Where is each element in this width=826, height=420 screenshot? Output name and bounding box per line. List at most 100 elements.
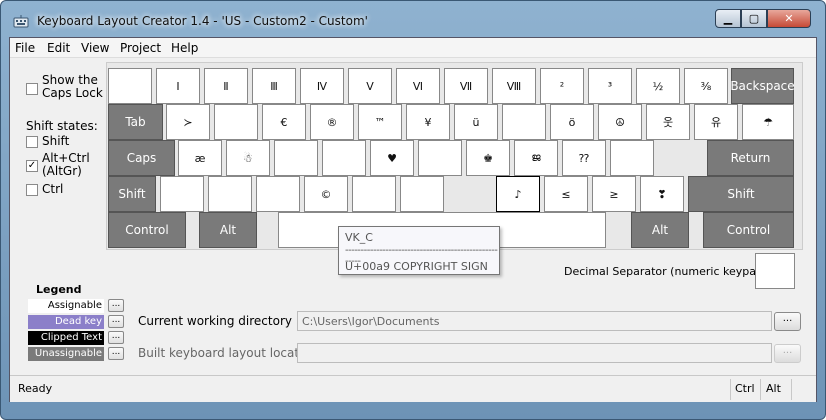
menu-edit[interactable]: Edit	[47, 41, 70, 55]
build-location-browse-button[interactable]: ...	[774, 344, 801, 363]
key[interactable]	[400, 176, 444, 212]
key[interactable]	[256, 176, 300, 212]
build-location-label: Built keyboard layout location	[138, 346, 318, 360]
status-ctrl: Ctrl	[735, 382, 755, 395]
ctrl-checkbox[interactable]	[26, 184, 38, 196]
key[interactable]: ü	[454, 104, 498, 140]
key[interactable]: ³	[588, 68, 632, 104]
right-alt-key[interactable]: Alt	[631, 212, 689, 248]
key[interactable]: €	[262, 104, 306, 140]
key[interactable]: ⅜	[684, 68, 728, 104]
menu-file[interactable]: File	[15, 41, 35, 55]
cwd-field[interactable]: C:\Users\Igor\Documents	[297, 311, 772, 331]
right-shift-key[interactable]: Shift	[688, 176, 794, 212]
minimize-button[interactable]: ▁	[715, 9, 741, 28]
key[interactable]: ♥	[370, 140, 414, 176]
legend-assignable-button[interactable]: ...	[108, 299, 124, 312]
key[interactable]: ☮	[598, 104, 642, 140]
key[interactable]	[160, 176, 204, 212]
maximize-button[interactable]: ▢	[741, 9, 767, 28]
key[interactable]: ≻	[166, 104, 210, 140]
key[interactable]	[610, 140, 654, 176]
key-tooltip: VK_C -----------------------------------…	[338, 226, 500, 275]
key[interactable]: Ⅰ	[156, 68, 200, 104]
key[interactable]	[418, 140, 462, 176]
right-control-key[interactable]: Control	[703, 212, 794, 248]
legend-unassignable-button[interactable]: ...	[108, 347, 124, 360]
left-control-key[interactable]: Control	[108, 212, 186, 248]
status-text: Ready	[18, 382, 53, 395]
key[interactable]: ²	[540, 68, 584, 104]
key[interactable]: ≤	[544, 176, 588, 212]
key[interactable]	[274, 140, 318, 176]
key[interactable]	[352, 176, 396, 212]
key[interactable]	[214, 104, 258, 140]
key[interactable]: 유	[694, 104, 738, 140]
key[interactable]: ജ	[514, 140, 558, 176]
key[interactable]: Ⅶ	[444, 68, 488, 104]
legend-unassignable: Unassignable	[28, 347, 104, 361]
show-caps-label: Show the Caps Lock	[42, 73, 103, 100]
key[interactable]	[502, 104, 546, 140]
legend-assignable: Assignable	[28, 299, 104, 313]
cwd-browse-button[interactable]: ...	[774, 312, 801, 331]
key[interactable]: ≥	[592, 176, 636, 212]
key[interactable]: ☃	[226, 140, 270, 176]
key[interactable]: Ⅷ	[492, 68, 536, 104]
title-bar[interactable]: Keyboard Layout Creator 1.4 - 'US - Cust…	[1, 1, 825, 37]
key[interactable]: ©	[304, 176, 348, 212]
key[interactable]: ö	[550, 104, 594, 140]
cwd-label: Current working directory	[138, 314, 292, 328]
key[interactable]: ®	[310, 104, 354, 140]
key[interactable]: ♚	[466, 140, 510, 176]
legend-dead-key-button[interactable]: ...	[108, 315, 124, 328]
tab-key[interactable]: Tab	[108, 104, 163, 140]
build-location-field[interactable]	[297, 343, 772, 363]
key[interactable]	[108, 68, 152, 104]
show-caps-checkbox[interactable]	[26, 83, 38, 95]
shift-checkbox[interactable]	[26, 136, 38, 148]
key[interactable]: ½	[636, 68, 680, 104]
key[interactable]: Ⅴ	[348, 68, 392, 104]
key[interactable]: ♪	[496, 176, 540, 212]
maximize-icon: ▢	[748, 12, 760, 25]
menu-bar: File Edit View Project Help	[10, 38, 816, 58]
legend-title: Legend	[36, 283, 82, 296]
close-button[interactable]: ✕	[767, 9, 811, 28]
key[interactable]: Ⅲ	[252, 68, 296, 104]
ctrl-label: Ctrl	[42, 182, 64, 196]
altctrl-checkbox[interactable]: ✓	[26, 160, 38, 172]
key[interactable]	[322, 140, 366, 176]
key[interactable]: Ⅱ	[204, 68, 248, 104]
altctrl-label: Alt+Ctrl (AltGr)	[42, 151, 90, 178]
key[interactable]: ❣	[640, 176, 684, 212]
key[interactable]: ☂	[742, 104, 794, 140]
tooltip-vk: VK_C	[345, 231, 373, 244]
tooltip-codepoint: U+00a9 COPYRIGHT SIGN	[345, 260, 488, 273]
shift-label: Shift	[42, 134, 70, 148]
key[interactable]: ⁇	[562, 140, 606, 176]
key[interactable]: 웃	[646, 104, 690, 140]
app-window: Keyboard Layout Creator 1.4 - 'US - Cust…	[0, 0, 826, 420]
left-alt-key[interactable]: Alt	[199, 212, 257, 248]
key[interactable]: Ⅳ	[300, 68, 344, 104]
key[interactable]: Ⅵ	[396, 68, 440, 104]
status-bar: Ready Ctrl Alt	[10, 375, 816, 402]
shift-states-title: Shift states:	[26, 119, 98, 133]
key[interactable]: ¥	[406, 104, 450, 140]
return-key[interactable]: Return	[707, 140, 794, 176]
menu-help[interactable]: Help	[171, 41, 198, 55]
menu-view[interactable]: View	[81, 41, 109, 55]
status-alt: Alt	[766, 382, 781, 395]
key[interactable]: ™	[358, 104, 402, 140]
backspace-key[interactable]: Backspace	[730, 68, 795, 104]
decimal-separator-key[interactable]	[755, 253, 795, 289]
legend-clipped-text: Clipped Text	[28, 331, 104, 345]
caps-key[interactable]: Caps	[108, 140, 175, 176]
key[interactable]	[208, 176, 252, 212]
decimal-separator-label: Decimal Separator (numeric keypad)	[564, 265, 768, 278]
left-shift-key[interactable]: Shift	[108, 176, 156, 212]
key[interactable]: æ	[178, 140, 222, 176]
legend-clipped-text-button[interactable]: ...	[108, 331, 124, 344]
menu-project[interactable]: Project	[120, 41, 161, 55]
